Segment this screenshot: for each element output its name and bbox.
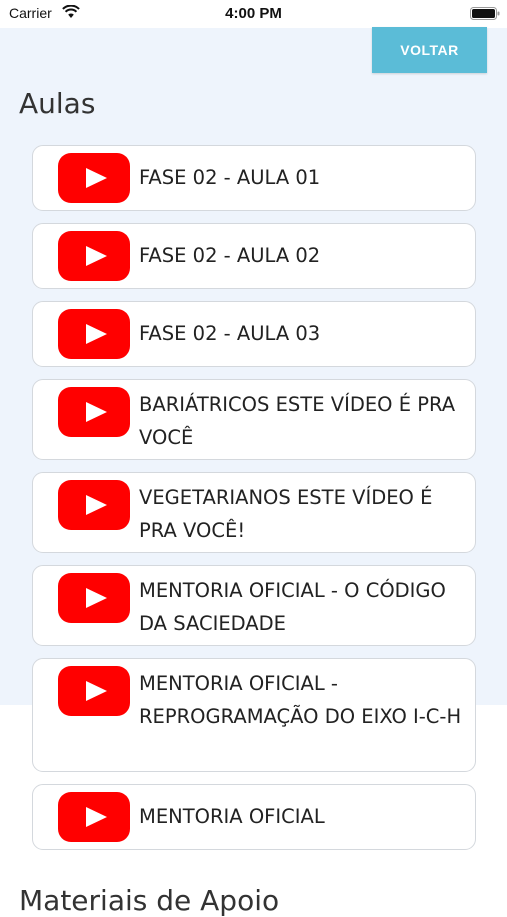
- youtube-play-icon: [58, 666, 130, 716]
- lesson-label: MENTORIA OFICIAL: [139, 805, 325, 828]
- lesson-item[interactable]: BARIÁTRICOS ESTE VÍDEO É PRA VOCÊ: [32, 379, 476, 460]
- lesson-label: BARIÁTRICOS ESTE VÍDEO É PRA VOCÊ: [139, 393, 456, 449]
- clock: 4:00 PM: [225, 5, 282, 22]
- lesson-item[interactable]: MENTORIA OFICIAL - O CÓDIGO DA SACIEDADE: [32, 565, 476, 646]
- lesson-label: FASE 02 - AULA 03: [139, 322, 321, 345]
- youtube-play-icon: [58, 153, 130, 203]
- lesson-label: MENTORIA OFICIAL - REPROGRAMAÇÃO DO EIXO…: [139, 672, 462, 728]
- voltar-button[interactable]: VOLTAR: [372, 27, 487, 73]
- youtube-play-icon: [58, 480, 130, 530]
- lesson-item[interactable]: VEGETARIANOS ESTE VÍDEO É PRA VOCÊ!: [32, 472, 476, 553]
- lesson-label: VEGETARIANOS ESTE VÍDEO É PRA VOCÊ!: [139, 486, 433, 542]
- lesson-label: MENTORIA OFICIAL - O CÓDIGO DA SACIEDADE: [139, 579, 446, 635]
- lesson-item[interactable]: FASE 02 - AULA 03: [32, 301, 476, 367]
- status-bar: Carrier 4:00 PM: [0, 0, 507, 28]
- lesson-item[interactable]: MENTORIA OFICIAL - REPROGRAMAÇÃO DO EIXO…: [32, 658, 476, 772]
- page-title: Aulas: [19, 87, 96, 120]
- section-title-materiais: Materiais de Apoio: [19, 884, 280, 917]
- lesson-item[interactable]: MENTORIA OFICIAL: [32, 784, 476, 850]
- lesson-label: FASE 02 - AULA 01: [139, 166, 321, 189]
- youtube-play-icon: [58, 573, 130, 623]
- battery-icon: [470, 7, 500, 20]
- youtube-play-icon: [58, 309, 130, 359]
- youtube-play-icon: [58, 387, 130, 437]
- lesson-item[interactable]: FASE 02 - AULA 02: [32, 223, 476, 289]
- youtube-play-icon: [58, 792, 130, 842]
- youtube-play-icon: [58, 231, 130, 281]
- lesson-label: FASE 02 - AULA 02: [139, 244, 321, 267]
- lesson-item[interactable]: FASE 02 - AULA 01: [32, 145, 476, 211]
